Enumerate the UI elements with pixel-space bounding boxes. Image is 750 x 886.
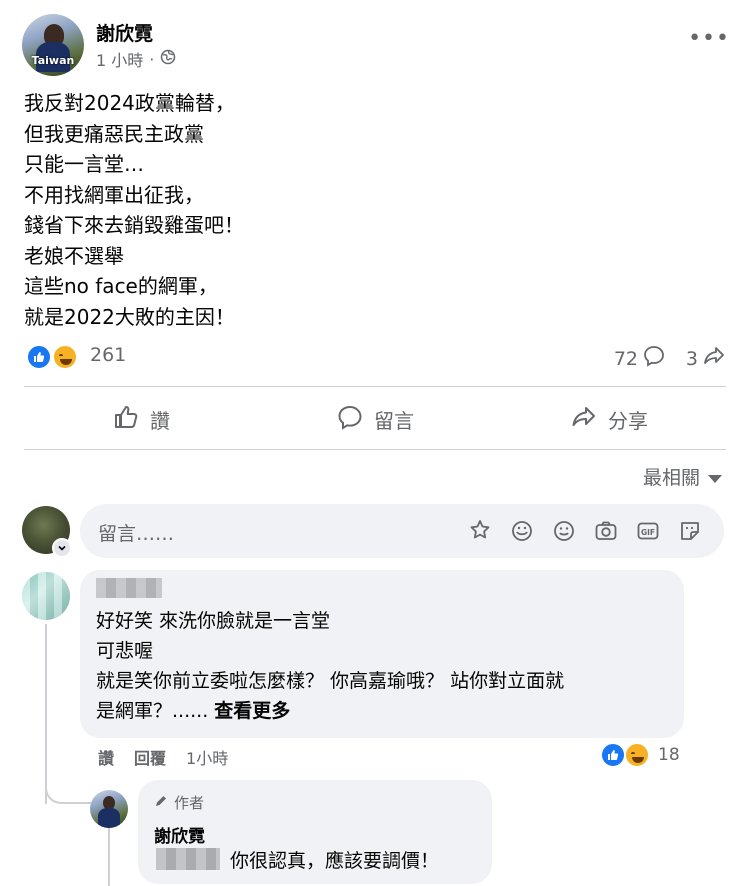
haha-reaction-icon [624,742,650,768]
comment-line: 是網軍？...... 查看更多 [96,696,676,726]
post-line: 錢省下來去銷毀雞蛋吧！ [24,213,244,237]
reaction-count[interactable]: 261 [90,344,126,366]
dot-separator: · [149,49,155,69]
blurred-commenter-name [96,578,162,598]
like-reaction-icon [26,344,52,370]
comment-label: 留言 [374,408,414,433]
author-avatar[interactable]: Taiwan [22,14,84,76]
comment-button[interactable]: 留言 [258,395,492,443]
post-line: 我反對2024政黨輪替， [24,91,235,115]
comment-line: 可悲喔 [96,640,154,662]
comment-text: 好好笑 來洗你臉就是一言堂 可悲喔 就是笑你前立委啦怎麼樣？ 你高嘉瑜哦？ 站你… [96,606,676,726]
share-count[interactable]: 3 [686,344,726,373]
gif-icon[interactable]: GIF [634,517,662,545]
comment-sort-dropdown[interactable]: 最相關 [643,463,722,490]
comment-count-value: 72 [613,347,638,370]
avatar-sticker-icon[interactable] [466,517,494,545]
reaction-icons[interactable] [24,342,84,372]
author-name[interactable]: 謝欣霓 [96,19,153,46]
comment-reply-link[interactable]: 回覆 [134,745,166,769]
comment-line-text: 是網軍？...... [96,700,209,722]
comment-line: 好好笑 來洗你臉就是一言堂 [96,610,331,632]
thread-connector [108,826,110,886]
comment-input[interactable]: 留言…… GIF [80,504,724,558]
sort-label: 最相關 [642,467,700,489]
thread-connector-curve [45,776,91,804]
thumbs-up-icon [112,403,140,436]
comment-like-link[interactable]: 讚 [98,745,114,769]
commenter-avatar[interactable] [22,572,70,620]
more-options-icon[interactable]: ••• [688,26,730,51]
caret-down-icon [708,474,722,483]
reply-author-name[interactable]: 謝欣霓 [154,822,205,847]
like-reaction-icon [600,742,626,768]
reply-text: 你很認真，應該要調價！ [230,850,440,872]
comment-line: 就是笑你前立委啦怎麼樣？ 你高嘉瑜哦？ 站你對立面就 [96,670,565,692]
reply-author-avatar[interactable] [90,790,128,828]
pencil-icon [154,794,168,812]
see-more-link[interactable]: 查看更多 [214,700,290,722]
post-time[interactable]: 1 小時 [96,47,143,71]
divider [24,386,726,387]
like-label: 讚 [150,408,170,433]
share-count-value: 3 [685,347,698,370]
reply-bubble: 作者 謝欣霓 你很認真，應該要調價！ [138,780,492,884]
comment-bubble-icon [336,403,364,436]
globe-icon [160,49,176,69]
chevron-down-icon[interactable] [52,538,72,558]
author-badge: 作者 [154,792,204,813]
svg-text:GIF: GIF [641,528,655,537]
share-label: 分享 [608,408,648,433]
comment-placeholder: 留言…… [98,523,175,545]
haha-reaction-icon [52,344,78,370]
share-button[interactable]: 分享 [492,395,726,443]
emoji-icon[interactable] [550,517,578,545]
divider [24,449,726,450]
composer-icons: GIF [466,517,704,545]
post-line: 不用找網軍出征我， [24,182,204,207]
sticker-icon[interactable] [508,517,536,545]
author-badge-label: 作者 [174,794,205,812]
post-action-bar: 讚 留言 分享 [24,395,726,443]
comment-count[interactable]: 72 [614,344,666,373]
avatar-badge: Taiwan [31,54,75,67]
comment-bubble: 好好笑 來洗你臉就是一言堂 可悲喔 就是笑你前立委啦怎麼樣？ 你高嘉瑜哦？ 站你… [80,570,684,738]
comment-icon [642,344,666,373]
post-line: 但我更痛惡民主政黨 [24,121,204,146]
like-button[interactable]: 讚 [24,395,258,443]
post-line: 只能一言堂… [24,152,144,176]
sticker-note-icon[interactable] [676,517,704,545]
camera-icon[interactable] [592,517,620,545]
post-line: 老娘不選舉 [24,243,124,268]
post-header: Taiwan 謝欣霓 1 小時 · ••• [22,14,732,76]
comment-actions: 讚 回覆 1小時 [98,745,228,769]
share-arrow-icon [570,403,598,436]
comment-reactions[interactable]: 18 [600,740,690,770]
comment-time[interactable]: 1小時 [186,745,228,769]
avatar-blur [22,572,70,620]
post-line: 這些no face的網軍， [24,274,218,298]
post-text: 我反對2024政黨輪替， 但我更痛惡民主政黨 只能一言堂… 不用找網軍出征我， … [24,88,724,332]
comment-reaction-count: 18 [658,745,680,765]
reactions-summary: 261 72 3 [24,340,726,374]
post-line: 就是2022大敗的主因！ [24,304,235,329]
share-icon [702,344,726,373]
blurred-tagged-name [156,848,220,870]
post-meta: 1 小時 · [96,47,176,71]
avatar-body [98,808,120,828]
